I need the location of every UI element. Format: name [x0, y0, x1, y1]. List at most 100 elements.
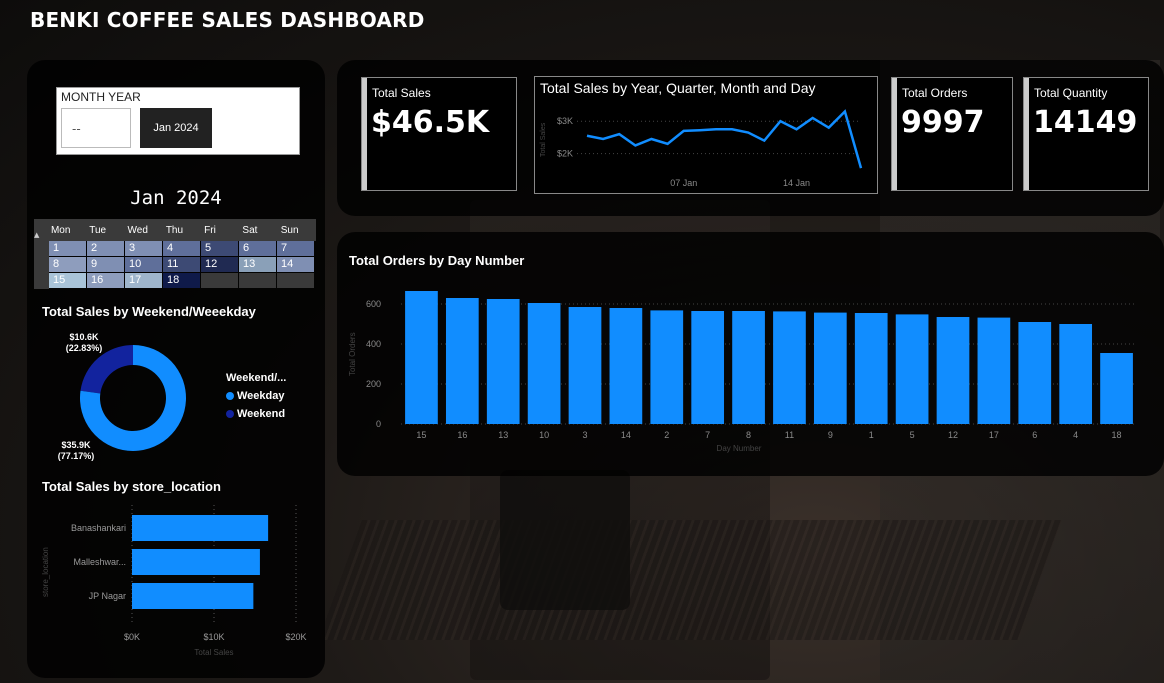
slicer-option-selected[interactable]: Jan 2024	[140, 108, 212, 148]
calendar-day-cell[interactable]: 9	[87, 257, 124, 272]
calendar-row-gutter	[34, 257, 49, 273]
orders-bar	[732, 311, 765, 424]
orders-x-tick-label: 7	[705, 430, 710, 440]
store-bar	[132, 515, 269, 541]
weekday-label: Sun	[280, 224, 299, 236]
calendar-day-cell[interactable]: 8	[49, 257, 86, 272]
weekday-label: Mon	[50, 224, 71, 236]
orders-bar	[650, 310, 684, 424]
background-grate	[318, 520, 1062, 640]
orders-bar	[405, 291, 438, 424]
orders-x-tick-label: 18	[1112, 430, 1122, 440]
calendar-empty-cell	[277, 273, 314, 288]
orders-by-day-bar-chart: 020040060015 16 13 10 3 14 2 7 8 11 9 1 5 12 17 6 4 18Day…	[348, 291, 1137, 453]
kpi-label: Total Orders	[902, 86, 968, 100]
weekend-pct-label: (22.83%)	[65, 343, 103, 353]
calendar-header: ▲ Mon Tue Wed Thu Fri Sat Sun	[34, 219, 316, 241]
kpi-label: Total Sales	[372, 86, 431, 100]
orders-x-tick-label: 15	[416, 430, 426, 440]
calendar-day-cell[interactable]: 18	[163, 273, 200, 288]
store-location-bar-chart: Banashankari Malleshwar... JP Nagar $0K $10K…	[41, 505, 307, 657]
calendar-week-row: 8 9 10 11 12 13 14	[34, 257, 316, 273]
calendar-day-cell[interactable]: 4	[163, 241, 200, 256]
orders-x-axis-title: Day Number	[717, 444, 762, 453]
kpi-accent-bar	[362, 78, 367, 190]
weekday-slice-label: $35.9K (77.17%)	[46, 440, 106, 462]
kpi-value: 9997	[901, 105, 985, 140]
calendar-day-cell[interactable]: 11	[163, 257, 200, 272]
legend-dot-icon	[226, 392, 234, 400]
calendar-day-cell[interactable]: 17	[125, 273, 162, 288]
store-category-label: JP Nagar	[89, 591, 126, 601]
orders-bar	[691, 311, 725, 424]
trend-x-tick-label: 07 Jan	[670, 178, 697, 188]
calendar-heatmap: ▲ Mon Tue Wed Thu Fri Sat Sun 1234567891…	[34, 219, 316, 289]
calendar-week-row: 1234567	[34, 241, 316, 257]
legend-item-weekend[interactable]: Weekend	[226, 408, 286, 420]
calendar-day-cell[interactable]: 16	[87, 273, 124, 288]
orders-bar	[527, 303, 561, 424]
calendar-day-cell[interactable]: 3	[125, 241, 162, 256]
orders-bar	[486, 299, 520, 424]
orders-y-tick-label: 400	[366, 339, 381, 349]
orders-x-tick-label: 16	[457, 430, 467, 440]
store-x-tick-label: $20K	[285, 632, 306, 642]
calendar-day-cell[interactable]: 15	[49, 273, 86, 288]
weekday-label: Tue	[89, 224, 107, 236]
orders-bar	[936, 317, 970, 424]
calendar-row-gutter	[34, 241, 49, 257]
orders-x-tick-label: 1	[869, 430, 874, 440]
orders-x-tick-label: 17	[989, 430, 999, 440]
store-x-tick-label: $0K	[124, 632, 140, 642]
slicer-option-empty[interactable]: --	[61, 108, 131, 148]
orders-bar	[854, 313, 888, 424]
calendar-week-row: 15 16 17 18	[34, 273, 316, 289]
orders-y-axis-title: Total Orders	[348, 332, 357, 376]
calendar-day-cell[interactable]: 1	[49, 241, 86, 256]
slicer-title: MONTH YEAR	[61, 90, 141, 104]
kpi-total-quantity: Total Quantity 14149	[1023, 77, 1149, 191]
kpi-total-orders: Total Orders 9997	[891, 77, 1013, 191]
orders-bar	[1018, 322, 1052, 424]
weekday-label: Wed	[127, 224, 148, 236]
store-category-label: Malleshwar...	[73, 557, 126, 567]
store-category-label: Banashankari	[71, 523, 126, 533]
orders-x-tick-label: 6	[1032, 430, 1037, 440]
calendar-day-cell[interactable]: 13	[239, 257, 276, 272]
legend-item-weekday[interactable]: Weekday	[226, 390, 286, 402]
store-chart-title: Total Sales by store_location	[42, 479, 221, 494]
background-cup	[500, 470, 630, 610]
calendar-day-cell[interactable]: 7	[277, 241, 314, 256]
orders-x-tick-label: 14	[621, 430, 631, 440]
sales-trend-card: Total Sales by Year, Quarter, Month and …	[534, 76, 878, 194]
store-bar	[132, 549, 260, 575]
orders-y-tick-label: 200	[366, 379, 381, 389]
calendar-row-gutter	[34, 273, 49, 289]
orders-x-tick-label: 9	[828, 430, 833, 440]
orders-bar	[1059, 324, 1093, 424]
orders-bar	[773, 311, 806, 424]
sort-arrow-icon[interactable]: ▲	[34, 221, 48, 239]
dashboard-title: BENKI COFFEE SALES DASHBOARD	[30, 8, 425, 32]
orders-bar	[609, 308, 643, 424]
kpi-accent-bar	[892, 78, 897, 190]
calendar-day-cell[interactable]: 14	[277, 257, 314, 272]
orders-bar	[445, 298, 479, 424]
calendar-day-cell[interactable]: 6	[239, 241, 276, 256]
legend-title: Weekend/...	[226, 372, 287, 384]
calendar-empty-cell	[239, 273, 276, 288]
calendar-day-cell[interactable]: 5	[201, 241, 238, 256]
weekday-label: Sat	[242, 224, 258, 236]
calendar-title: Jan 2024	[130, 187, 222, 209]
calendar-day-cell[interactable]: 10	[125, 257, 162, 272]
calendar-day-cell[interactable]: 2	[87, 241, 124, 256]
trend-y-tick-label: $3K	[557, 116, 573, 126]
orders-x-tick-label: 5	[910, 430, 915, 440]
calendar-day-cell[interactable]: 12	[201, 257, 238, 272]
legend-dot-icon	[226, 410, 234, 418]
month-year-slicer: MONTH YEAR -- Jan 2024	[56, 87, 300, 155]
store-x-tick-label: $10K	[203, 632, 224, 642]
orders-x-tick-label: 2	[664, 430, 669, 440]
kpi-value: $46.5K	[371, 105, 490, 140]
trend-y-axis-title: Total Sales	[540, 122, 547, 157]
